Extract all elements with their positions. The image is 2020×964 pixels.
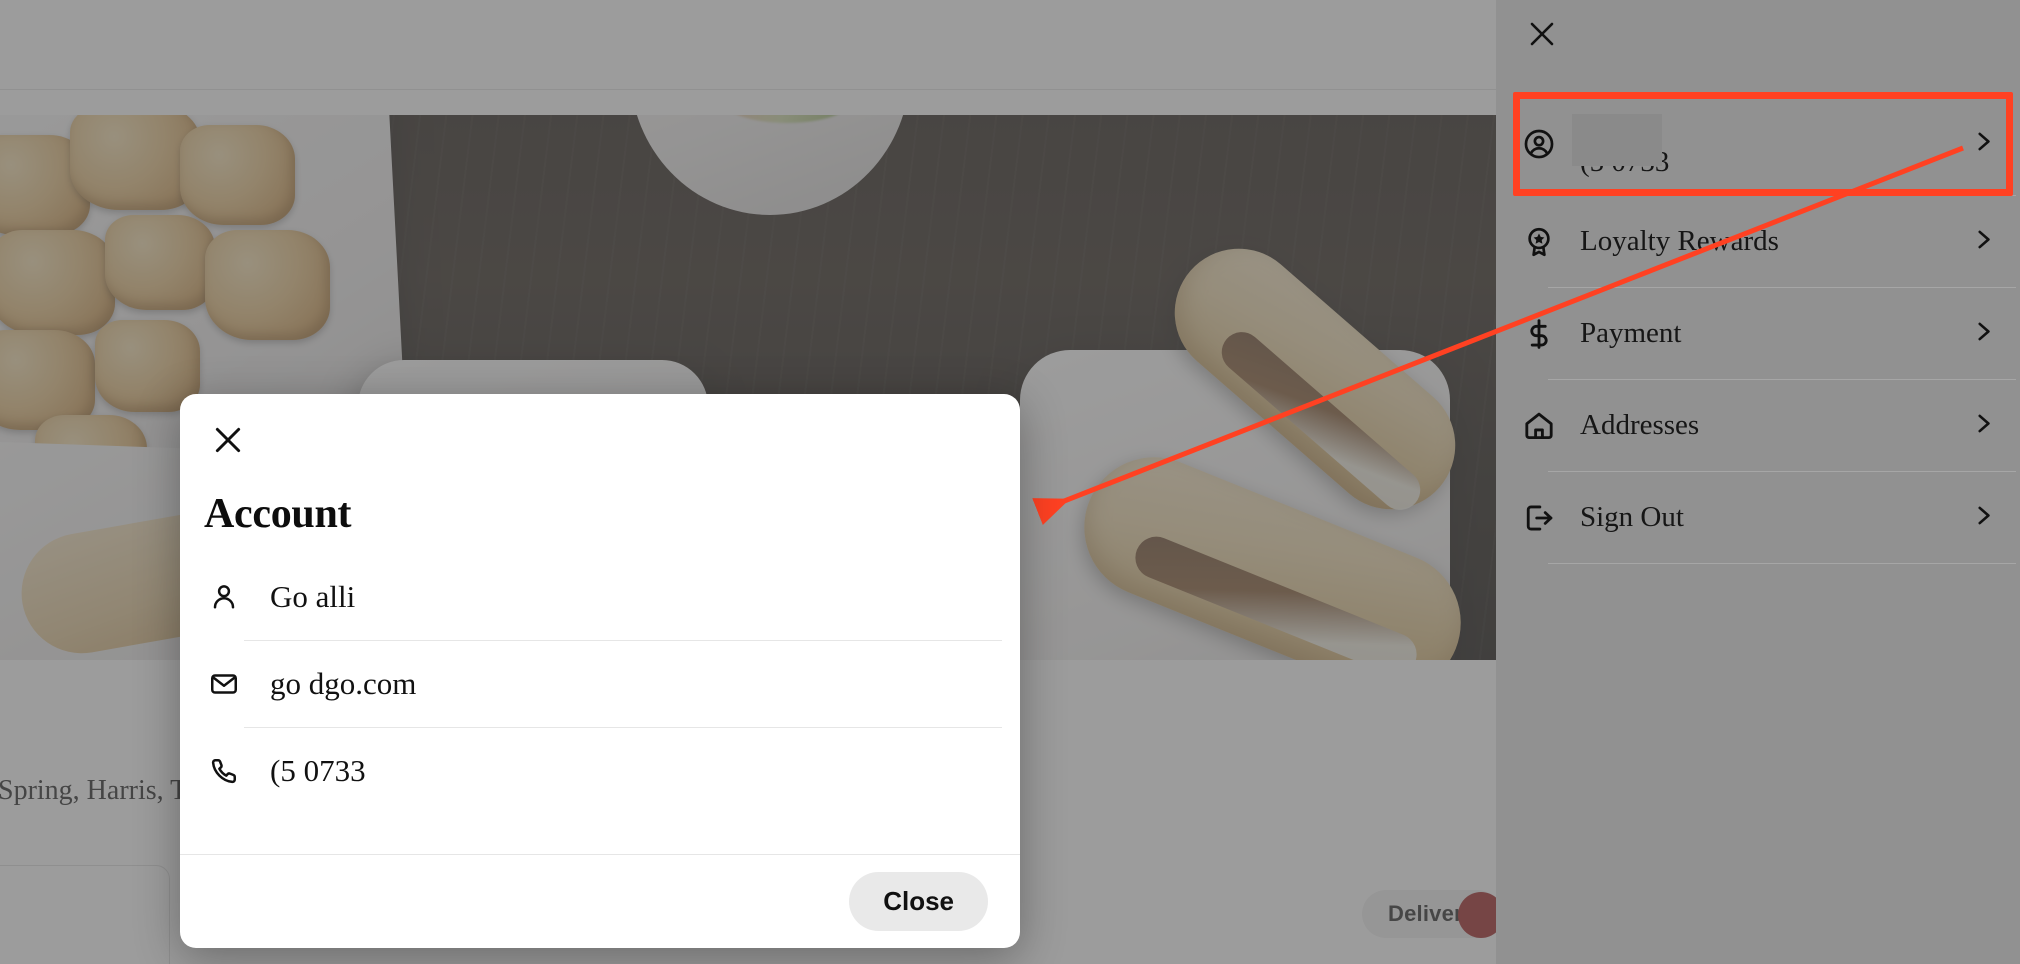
sidebar-item-payment[interactable]: Payment bbox=[1496, 288, 2020, 379]
person-icon bbox=[204, 582, 244, 612]
account-circle-icon bbox=[1516, 127, 1562, 161]
account-field-email: go dgo.com bbox=[180, 641, 1020, 727]
account-field-name: Go alli bbox=[180, 554, 1020, 640]
menu-divider bbox=[1548, 563, 2016, 564]
account-fields-list: Go alli go dgo.com (5 0733 bbox=[180, 554, 1020, 814]
sidebar-item-addresses[interactable]: Addresses bbox=[1496, 380, 2020, 471]
account-name-value: Go alli bbox=[270, 579, 356, 614]
sidebar-item-label: Loyalty Rewards bbox=[1580, 225, 1779, 258]
chevron-right-icon bbox=[1970, 226, 1996, 257]
phone-icon bbox=[204, 756, 244, 786]
chevron-right-icon bbox=[1970, 502, 1996, 533]
close-x-icon bbox=[1527, 19, 1557, 54]
drawer-close-button[interactable] bbox=[1520, 14, 1564, 58]
sidebar-item-label: Sign Out bbox=[1580, 501, 1684, 534]
sidebar-item-label: Payment bbox=[1580, 317, 1682, 350]
envelope-icon bbox=[204, 669, 244, 699]
close-button[interactable]: Close bbox=[849, 872, 988, 931]
sign-out-icon bbox=[1516, 501, 1562, 535]
sidebar-item-loyalty-rewards[interactable]: Loyalty Rewards bbox=[1496, 196, 2020, 287]
sidebar-item-label: Addresses bbox=[1580, 409, 1700, 442]
modal-close-icon-button[interactable] bbox=[202, 416, 254, 468]
loyalty-badge-icon bbox=[1516, 225, 1562, 259]
page-title: Account bbox=[204, 491, 352, 537]
chevron-right-icon bbox=[1970, 128, 1996, 159]
modal-footer: Close bbox=[180, 854, 1020, 948]
account-phone-value: (5 0733 bbox=[270, 753, 366, 788]
account-modal: Account Go alli go dgo.com (5 0733 Close bbox=[180, 394, 1020, 948]
dollar-sign-icon bbox=[1516, 317, 1562, 351]
sidebar-item-sign-out[interactable]: Sign Out bbox=[1496, 472, 2020, 563]
chevron-right-icon bbox=[1970, 318, 1996, 349]
chevron-right-icon bbox=[1970, 410, 1996, 441]
app-root: d, Spring, Harris, T Delivery bbox=[0, 0, 2020, 964]
account-email-value: go dgo.com bbox=[270, 666, 417, 701]
redaction-block bbox=[1572, 114, 1662, 166]
account-field-phone: (5 0733 bbox=[180, 728, 1020, 814]
close-x-icon bbox=[211, 423, 245, 462]
home-icon bbox=[1516, 409, 1562, 443]
